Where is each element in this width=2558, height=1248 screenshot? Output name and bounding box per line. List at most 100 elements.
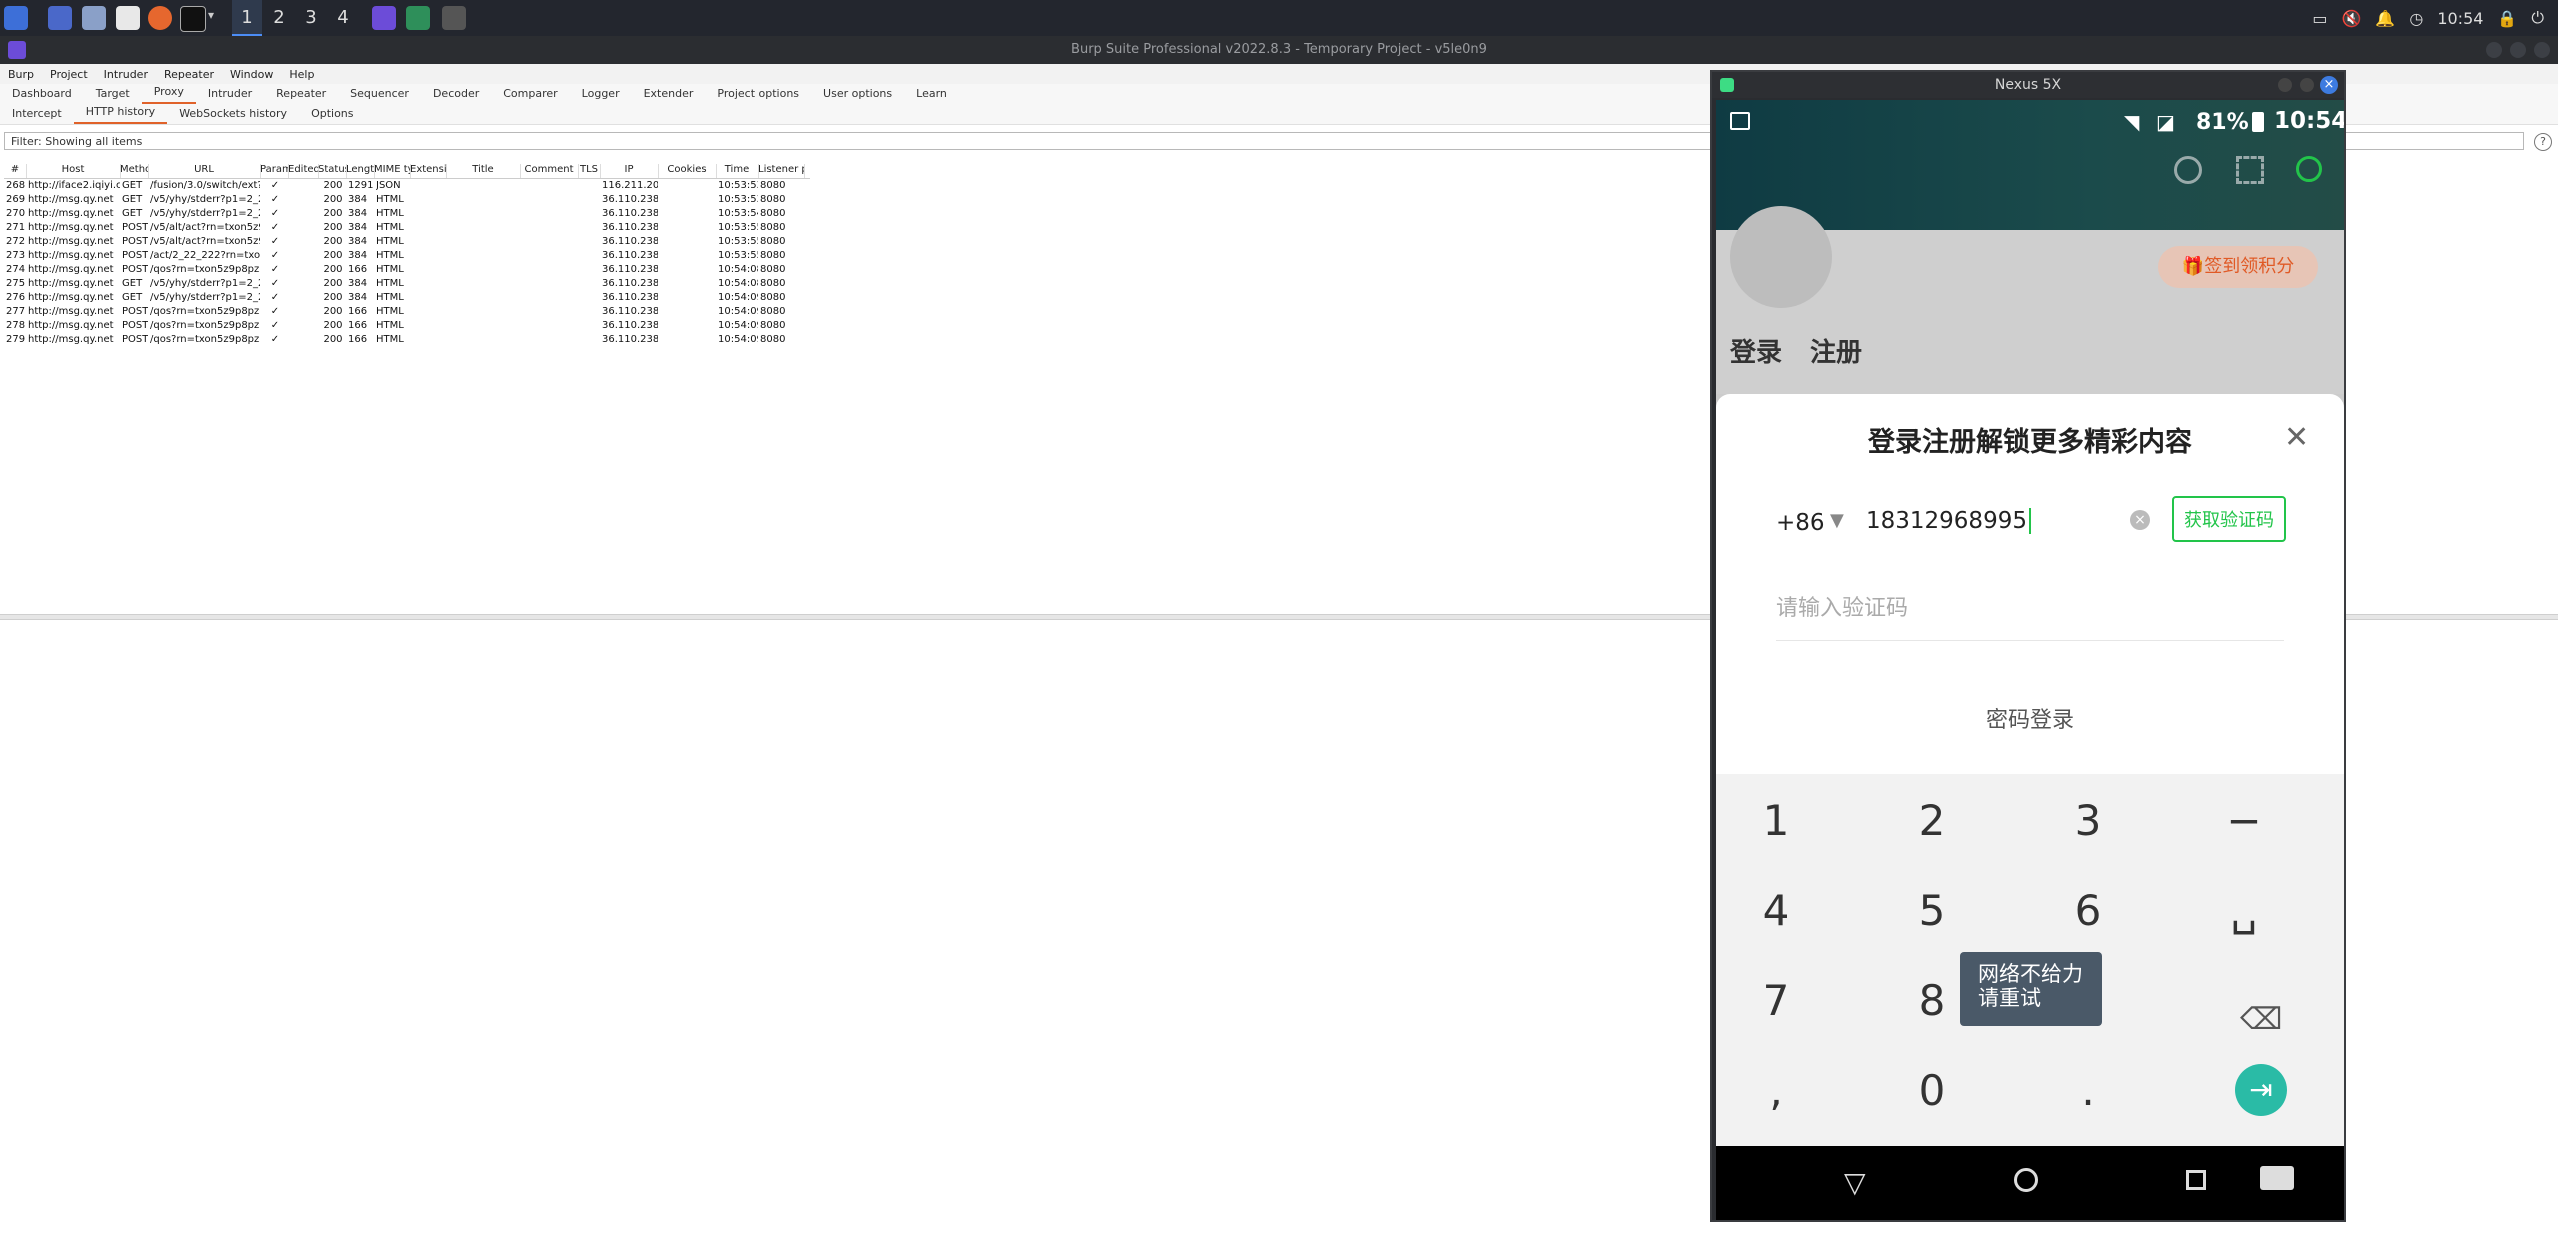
- header-col-ip[interactable]: IP: [600, 164, 659, 178]
- table-row[interactable]: 275 http://msg.qy.net GET/v5/yhy/stderr?p1…: [4, 278, 810, 292]
- table-row[interactable]: 272 http://msg.qy.net POST/v5/alt/act?rn=t…: [4, 236, 810, 250]
- workspace-2[interactable]: 2: [264, 0, 294, 36]
- key-3[interactable]: 3: [2028, 796, 2148, 845]
- header-col-cookies[interactable]: Cookies: [658, 164, 717, 178]
- bell-icon[interactable]: 🔔: [2375, 9, 2395, 28]
- table-row[interactable]: 277 http://msg.qy.net POST/qos?rn=txon5z9p…: [4, 306, 810, 320]
- header-col-edited[interactable]: Edited: [288, 164, 319, 178]
- key-space[interactable]: ␣: [2184, 886, 2304, 935]
- header-col-host[interactable]: Host: [26, 164, 121, 178]
- table-row[interactable]: 271 http://msg.qy.net POST/v5/alt/act?rn=t…: [4, 222, 810, 236]
- chevron-down-icon[interactable]: ▾: [208, 8, 214, 22]
- key-1[interactable]: 1: [1716, 796, 1836, 845]
- key-comma[interactable]: ,: [1716, 1066, 1836, 1115]
- header-col-comment[interactable]: Comment: [520, 164, 579, 178]
- enter-key[interactable]: ⇥: [2235, 1064, 2287, 1116]
- header-col-mime[interactable]: MIME type: [374, 164, 411, 178]
- checkin-button[interactable]: 🎁签到领积分: [2158, 246, 2318, 288]
- mute-icon[interactable]: 🔇: [2342, 9, 2362, 28]
- country-dropdown-icon[interactable]: ▼: [1830, 510, 1844, 531]
- tab-decoder[interactable]: Decoder: [421, 87, 491, 104]
- emulator-close-icon[interactable]: ×: [2320, 76, 2338, 94]
- close-sheet-icon[interactable]: ✕: [2284, 420, 2309, 455]
- close-icon[interactable]: [2534, 42, 2550, 58]
- header-col-params[interactable]: Params: [260, 164, 289, 178]
- emulator-minimize-icon[interactable]: [2300, 78, 2314, 92]
- table-row[interactable]: 270 http://msg.qy.net GET/v5/yhy/stderr?p1…: [4, 208, 810, 222]
- recents-icon[interactable]: [2186, 1170, 2206, 1190]
- workspace-1[interactable]: 1: [232, 0, 262, 36]
- tab-comparer[interactable]: Comparer: [491, 87, 569, 104]
- menu-window[interactable]: Window: [222, 68, 281, 81]
- workspace-4[interactable]: 4: [328, 0, 358, 36]
- table-row[interactable]: 269 http://msg.qy.net GET/v5/yhy/stderr?p1…: [4, 194, 810, 208]
- back-icon[interactable]: ▽: [1844, 1166, 1866, 1199]
- lock-icon[interactable]: 🔒: [2497, 9, 2517, 28]
- header-col-title[interactable]: Title: [446, 164, 521, 178]
- table-row[interactable]: 276 http://msg.qy.net GET/v5/yhy/stderr?p1…: [4, 292, 810, 306]
- home-icon[interactable]: [2014, 1168, 2038, 1192]
- menu-help[interactable]: Help: [281, 68, 322, 81]
- header-col-num[interactable]: #: [4, 164, 27, 178]
- app-menu-icon[interactable]: [4, 6, 28, 30]
- header-col-tls[interactable]: TLS: [578, 164, 601, 178]
- key-dot[interactable]: .: [2028, 1066, 2148, 1115]
- help-icon[interactable]: ?: [2534, 133, 2552, 151]
- avatar[interactable]: [1730, 206, 1832, 308]
- maximize-icon[interactable]: [2510, 42, 2526, 58]
- header-col-extension[interactable]: Extension: [410, 164, 447, 178]
- tab-sequencer[interactable]: Sequencer: [338, 87, 421, 104]
- header-col-length[interactable]: Length: [346, 164, 375, 178]
- key-2[interactable]: 2: [1872, 796, 1992, 845]
- tab-target[interactable]: Target: [84, 87, 142, 104]
- tab-project-options[interactable]: Project options: [705, 87, 811, 104]
- table-row[interactable]: 279 http://msg.qy.net POST/qos?rn=txon5z9p…: [4, 334, 810, 348]
- header-col-method[interactable]: Method: [120, 164, 149, 178]
- menu-intruder[interactable]: Intruder: [96, 68, 156, 81]
- key-minus[interactable]: −: [2184, 796, 2304, 845]
- keyboard-icon[interactable]: [2260, 1166, 2294, 1190]
- key-7[interactable]: 7: [1716, 976, 1836, 1025]
- desktop-icon[interactable]: [48, 6, 72, 30]
- subtab-http-history[interactable]: HTTP history: [73, 105, 168, 124]
- subtab-websockets-history[interactable]: WebSockets history: [167, 107, 299, 124]
- file-manager-icon[interactable]: [82, 6, 106, 30]
- tab-proxy[interactable]: Proxy: [141, 85, 196, 104]
- table-row[interactable]: 274 http://msg.qy.net POST/qos?rn=txon5z9p…: [4, 264, 810, 278]
- register-tab[interactable]: 注册: [1810, 332, 1862, 369]
- header-col-listener-port[interactable]: Listener port: [758, 164, 805, 178]
- tab-repeater[interactable]: Repeater: [264, 87, 338, 104]
- screen-icon[interactable]: ▭: [2312, 9, 2327, 28]
- tab-learn[interactable]: Learn: [904, 87, 959, 104]
- menu-project[interactable]: Project: [42, 68, 96, 81]
- clock[interactable]: 10:54: [2437, 9, 2483, 28]
- workspace-3[interactable]: 3: [296, 0, 326, 36]
- terminal-2-taskbar-icon[interactable]: [442, 6, 466, 30]
- emulator-taskbar-icon[interactable]: [406, 6, 430, 30]
- tab-logger[interactable]: Logger: [570, 87, 632, 104]
- burp-taskbar-icon[interactable]: [372, 6, 396, 30]
- password-login-link[interactable]: 密码登录: [1716, 702, 2344, 734]
- header-col-url[interactable]: URL: [148, 164, 261, 178]
- get-code-button[interactable]: 获取验证码: [2172, 496, 2286, 542]
- phone-input[interactable]: 18312968995: [1866, 508, 2031, 534]
- table-row[interactable]: 278 http://msg.qy.net POST/qos?rn=txon5z9p…: [4, 320, 810, 334]
- message-icon[interactable]: [2174, 156, 2202, 184]
- code-input[interactable]: 请输入验证码: [1776, 590, 2284, 641]
- header-col-status[interactable]: Status: [318, 164, 347, 178]
- country-code[interactable]: +86: [1776, 510, 1825, 536]
- clear-input-icon[interactable]: ×: [2130, 510, 2150, 530]
- key-6[interactable]: 6: [2028, 886, 2148, 935]
- menu-burp[interactable]: Burp: [0, 68, 42, 81]
- terminal-icon[interactable]: [180, 6, 206, 32]
- table-row[interactable]: 273 http://msg.qy.net POST/act/2_22_222?rn…: [4, 250, 810, 264]
- search-icon[interactable]: [2296, 156, 2322, 182]
- key-4[interactable]: 4: [1716, 886, 1836, 935]
- login-tab[interactable]: 登录: [1730, 332, 1782, 369]
- table-row[interactable]: 268http://iface2.iqiyi.comGET/fusion/3.0…: [4, 180, 810, 194]
- subtab-intercept[interactable]: Intercept: [0, 107, 74, 124]
- subtab-options[interactable]: Options: [299, 107, 365, 124]
- emulator-maximize-icon[interactable]: [2278, 78, 2292, 92]
- tab-extender[interactable]: Extender: [632, 87, 706, 104]
- text-editor-icon[interactable]: [116, 6, 140, 30]
